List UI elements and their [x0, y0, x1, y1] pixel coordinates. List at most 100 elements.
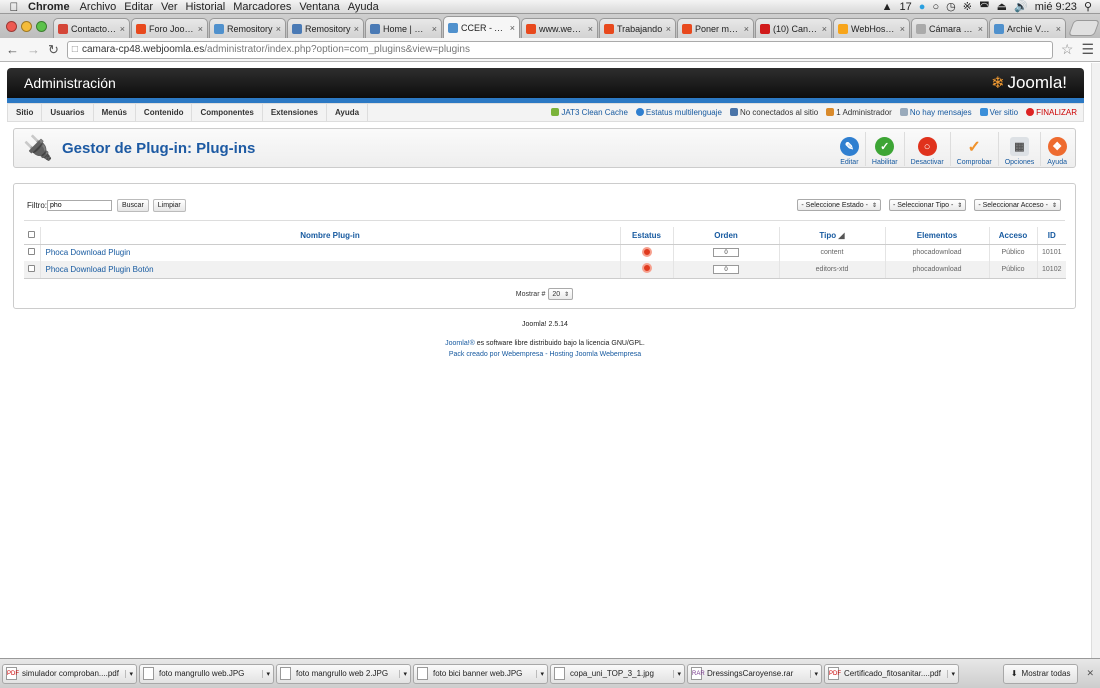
browser-tab[interactable]: Trabajando ×: [599, 18, 676, 38]
col-type[interactable]: Tipo ◢: [778, 227, 885, 245]
close-tab-icon[interactable]: ×: [354, 24, 359, 34]
menu-usuarios[interactable]: Usuarios: [42, 103, 94, 122]
row-checkbox[interactable]: [28, 248, 36, 256]
forward-icon[interactable]: →: [27, 42, 40, 57]
menu-ayuda[interactable]: Ayuda: [348, 1, 387, 13]
browser-tab[interactable]: CCER - Adm×: [443, 16, 520, 38]
minimize-window-button[interactable]: [21, 20, 32, 32]
menu-ventana[interactable]: Ventana: [299, 1, 347, 13]
spotlight-icon[interactable]: ⚲: [1084, 0, 1092, 13]
menu-componentes[interactable]: Componentes: [192, 103, 263, 122]
browser-tab[interactable]: (10) Candy C×: [755, 18, 832, 38]
close-tab-icon[interactable]: ×: [588, 24, 593, 34]
plugin-name-link[interactable]: Phoca Download Plugin: [46, 248, 131, 257]
close-window-button[interactable]: [6, 20, 17, 32]
clean-cache-link[interactable]: JAT3 Clean Cache: [551, 108, 628, 117]
volume-icon[interactable]: 🔊: [1014, 0, 1028, 13]
reload-icon[interactable]: ↻: [48, 42, 59, 58]
close-tab-icon[interactable]: ×: [900, 24, 905, 34]
browser-tab[interactable]: Home | Rem ×: [365, 18, 442, 38]
apple-icon[interactable]: : [0, 0, 28, 14]
browser-tab[interactable]: Archie Verar ×: [989, 18, 1066, 38]
close-tab-icon[interactable]: ×: [510, 23, 515, 33]
close-tab-icon[interactable]: ×: [1056, 24, 1061, 34]
messages-link[interactable]: No hay mensajes: [899, 108, 972, 117]
close-tab-icon[interactable]: ×: [822, 24, 827, 34]
browser-tab[interactable]: WebHost Ma×: [833, 18, 910, 38]
back-icon[interactable]: ←: [6, 42, 19, 57]
close-tab-icon[interactable]: ×: [120, 24, 125, 34]
close-tab-icon[interactable]: ×: [276, 24, 281, 34]
show-all-downloads-button[interactable]: ⬇ Mostrar todas: [1002, 663, 1079, 684]
menu-ayuda-joomla[interactable]: Ayuda: [327, 103, 369, 122]
close-tab-icon[interactable]: ×: [432, 24, 437, 34]
disabled-status-icon[interactable]: [641, 263, 652, 274]
new-tab-button[interactable]: [1068, 20, 1100, 36]
row-checkbox[interactable]: [28, 264, 36, 272]
wifi-icon[interactable]: ◚: [979, 0, 990, 13]
menu-menus[interactable]: Menús: [94, 103, 136, 122]
download-menu-icon[interactable]: ▾: [536, 669, 544, 678]
menu-historial[interactable]: Historial: [186, 1, 234, 13]
multilang-link[interactable]: Estatus multilenguaje: [635, 108, 722, 117]
col-name[interactable]: Nombre Plug-in: [39, 227, 620, 245]
download-item[interactable]: foto mangrullo web 2.JPG ▾: [276, 663, 411, 684]
close-tab-icon[interactable]: ×: [198, 24, 203, 34]
status-count[interactable]: 17: [900, 1, 912, 13]
opciones-toolbar-button[interactable]: ▦ Opciones: [997, 132, 1041, 166]
menu-ver[interactable]: Ver: [161, 1, 186, 13]
browser-tab[interactable]: www.weben ×: [521, 18, 598, 38]
clear-button[interactable]: Limpiar: [152, 198, 186, 212]
adobe-icon[interactable]: ▲: [882, 1, 893, 13]
download-item[interactable]: copa_uni_TOP_3_1.jpg ▾: [550, 663, 685, 684]
browser-tab[interactable]: Remository ×: [209, 18, 286, 38]
plugin-name-link[interactable]: Phoca Download Plugin Botón: [46, 265, 154, 274]
close-tab-icon[interactable]: ×: [978, 24, 983, 34]
zoom-window-button[interactable]: [36, 20, 47, 32]
webempresa-link[interactable]: Pack creado por Webempresa - Hosting Joo…: [449, 351, 641, 358]
col-id[interactable]: ID: [1036, 227, 1066, 245]
select-all-checkbox[interactable]: [28, 230, 36, 238]
menu-extensiones[interactable]: Extensiones: [263, 103, 327, 122]
search-button[interactable]: Buscar: [117, 198, 149, 212]
download-item[interactable]: foto bici banner web.JPG ▾: [413, 663, 548, 684]
close-tab-icon[interactable]: ×: [666, 24, 671, 34]
chrome-menu-icon[interactable]: ☰: [1081, 41, 1094, 58]
clock[interactable]: mié 9:23: [1035, 1, 1077, 13]
menu-editar[interactable]: Editar: [124, 1, 161, 13]
skype-icon[interactable]: ●: [919, 1, 926, 13]
editar-toolbar-button[interactable]: ✎ Editar: [834, 132, 865, 166]
state-select[interactable]: - Seleccione Estado - ⇕: [797, 199, 881, 211]
logout-link[interactable]: FINALIZAR: [1026, 108, 1077, 117]
browser-tab[interactable]: Remository ×: [287, 18, 364, 38]
close-downloads-icon[interactable]: ✕: [1086, 668, 1094, 679]
browser-tab[interactable]: Poner modu ×: [677, 18, 754, 38]
comprobar-toolbar-button[interactable]: ✓ Comprobar: [949, 132, 998, 166]
filter-search-input[interactable]: [47, 199, 112, 211]
menu-archivo[interactable]: Archivo: [80, 1, 125, 13]
order-input[interactable]: 0: [713, 264, 739, 274]
download-item[interactable]: RAR DressingsCaroyense.rar ▾: [687, 663, 822, 684]
timemachine-icon[interactable]: ◷: [946, 0, 956, 13]
joomla-link[interactable]: Joomla!®: [445, 340, 475, 347]
menu-marcadores[interactable]: Marcadores: [233, 1, 299, 13]
desactivar-toolbar-button[interactable]: ○ Desactivar: [903, 132, 950, 166]
col-status[interactable]: Estatus: [619, 227, 673, 245]
menu-contenido[interactable]: Contenido: [136, 103, 193, 122]
download-menu-icon[interactable]: ▾: [947, 669, 955, 678]
col-element[interactable]: Elementos: [884, 227, 989, 245]
browser-tab[interactable]: Contacto Un ×: [53, 18, 130, 38]
order-input[interactable]: 0: [713, 248, 739, 258]
download-menu-icon[interactable]: ▾: [673, 669, 681, 678]
eject-icon[interactable]: ⏏: [997, 0, 1007, 13]
browser-tab[interactable]: Foro Joomla ×: [131, 18, 208, 38]
habilitar-toolbar-button[interactable]: ✓ Habilitar: [864, 132, 904, 166]
download-menu-icon[interactable]: ▾: [125, 669, 133, 678]
download-menu-icon[interactable]: ▾: [399, 669, 407, 678]
download-item[interactable]: foto mangrullo web.JPG ▾: [139, 663, 274, 684]
vertical-scrollbar[interactable]: [1091, 63, 1100, 658]
disabled-status-icon[interactable]: [641, 246, 652, 257]
pager-select[interactable]: 20 ⇕: [548, 288, 574, 300]
download-menu-icon[interactable]: ▾: [262, 669, 270, 678]
col-order[interactable]: Orden: [672, 227, 779, 245]
